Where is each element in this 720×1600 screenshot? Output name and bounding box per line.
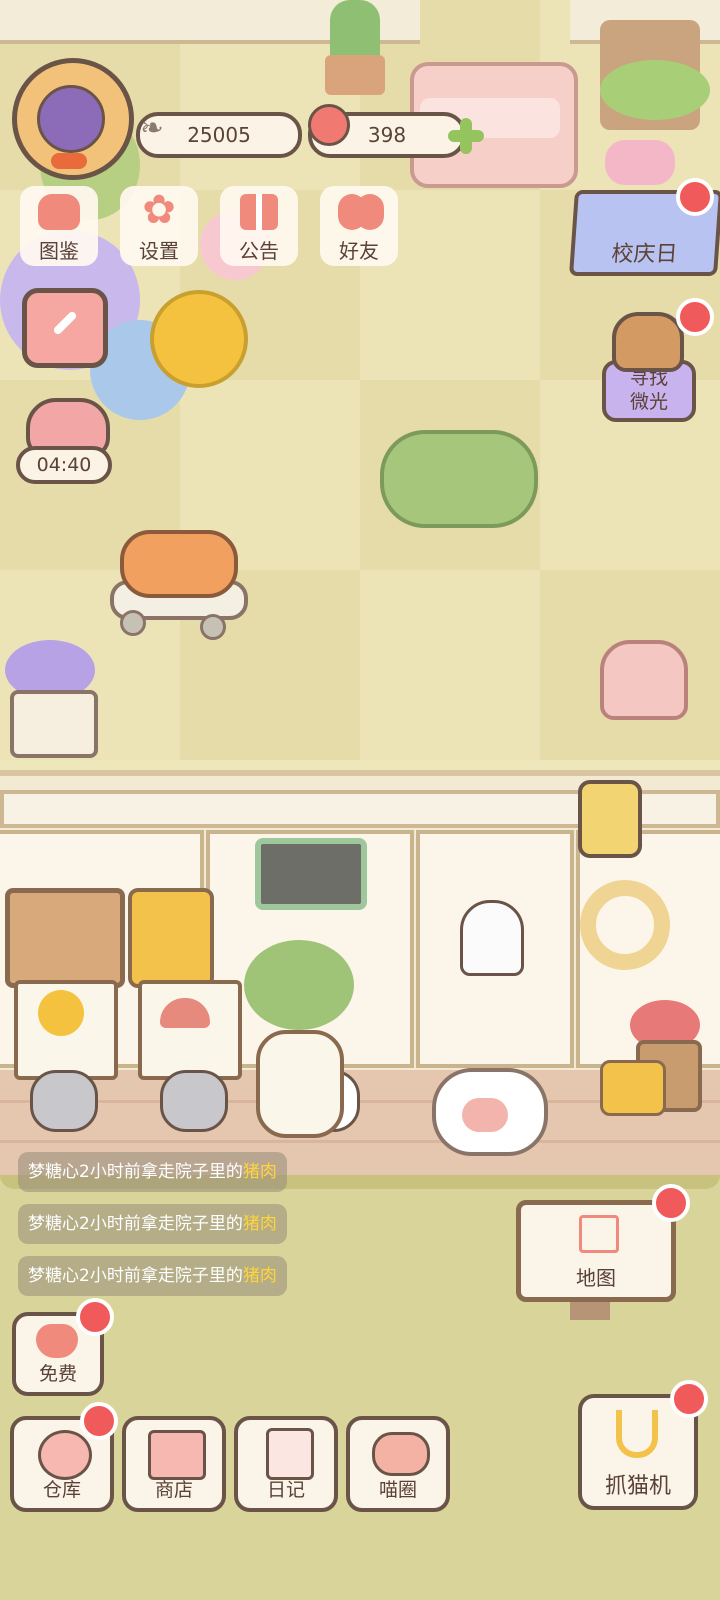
heart-icon [36, 1324, 78, 1358]
menu-announcement[interactable]: 公告 [220, 186, 298, 266]
menu-settings-label: 设置 [139, 239, 179, 263]
chalkboard [255, 838, 367, 910]
map-badge [652, 1184, 690, 1222]
clover-rug [380, 430, 538, 528]
shop-icon [148, 1430, 206, 1480]
fish-coin-value: 25005 [187, 123, 251, 147]
diary-icon [266, 1428, 314, 1480]
warehouse-badge [80, 1402, 118, 1440]
activity-log-item: 梦糖心2小时前拿走院子里的猪肉 [18, 1256, 287, 1296]
find-light-badge [676, 298, 714, 336]
map-label: 地图 [576, 1266, 616, 1290]
tomato-heart-icon [308, 104, 350, 146]
fish-icon: ❧ [140, 111, 164, 144]
claw-machine-label: 抓猫机 [604, 1474, 671, 1499]
free-badge [76, 1298, 114, 1336]
heart-value: 398 [367, 123, 407, 147]
nav-diary-label: 日记 [266, 1479, 305, 1501]
nav-warehouse-label: 仓库 [42, 1479, 81, 1501]
cat-planet-icon [372, 1432, 430, 1476]
map-button[interactable]: 地图 [516, 1200, 676, 1302]
countdown-timer: 04:40 [16, 446, 112, 484]
house-icon [579, 1215, 619, 1253]
cat-book-icon [38, 194, 80, 230]
red-panda [120, 530, 238, 598]
menu-encyclopedia[interactable]: 图鉴 [20, 186, 98, 266]
teru-teru-bozu [460, 900, 524, 976]
player-avatar[interactable] [12, 58, 134, 180]
activity-log-item: 梦糖心2小时前拿走院子里的猪肉 [18, 1152, 287, 1192]
fish-coin-counter: ❧ 25005 [136, 111, 302, 158]
timer-value: 04:40 [36, 454, 92, 476]
nav-cat-circle-label: 喵圈 [378, 1479, 417, 1501]
nav-cat-circle[interactable]: 喵圈 [346, 1416, 450, 1512]
claw-icon [616, 1410, 658, 1458]
calendar-button[interactable] [22, 288, 108, 368]
heart-counter: 398 [308, 104, 466, 158]
menu-friends[interactable]: 好友 [320, 186, 398, 266]
pencil-icon [52, 310, 78, 336]
activity-log-item: 梦糖心2小时前拿走院子里的猪肉 [18, 1204, 287, 1244]
anniversary-label: 校庆日 [610, 242, 679, 267]
nav-shop-label: 商店 [154, 1479, 193, 1501]
claw-machine-badge [670, 1380, 708, 1418]
nav-diary[interactable]: 日记 [234, 1416, 338, 1512]
anniversary-badge [676, 178, 714, 216]
menu-announcement-label: 公告 [239, 239, 279, 263]
find-light-line-2: 微光 [629, 391, 668, 413]
gear-icon: ✿ [142, 187, 176, 233]
cat-event-icon [612, 312, 684, 372]
menu-settings[interactable]: ✿ 设置 [120, 186, 198, 266]
menu-encyclopedia-label: 图鉴 [39, 239, 79, 263]
free-label: 免费 [38, 1363, 77, 1385]
add-hearts-button[interactable] [448, 118, 484, 154]
nav-shop[interactable]: 商店 [122, 1416, 226, 1512]
watering-can [600, 640, 688, 720]
menu-friends-label: 好友 [339, 239, 379, 263]
storage-jar-icon [38, 1430, 92, 1480]
